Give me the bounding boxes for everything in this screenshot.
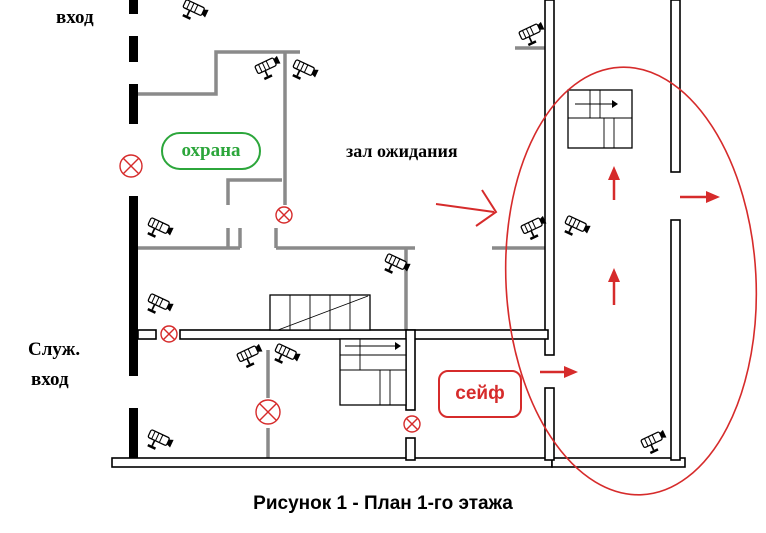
waiting-hall-label: зал ожидания — [346, 141, 458, 161]
direction-arrow-icon — [435, 189, 498, 227]
surveillance-camera-icon — [143, 292, 175, 321]
surveillance-camera-icon — [270, 342, 302, 371]
service-entrance-label-line2: вход — [31, 369, 69, 390]
staircase-icon — [339, 338, 407, 406]
door-sensor-icon — [160, 325, 178, 343]
surveillance-camera-icon — [178, 0, 210, 27]
entrance-label: вход — [56, 7, 94, 28]
staircase-icon — [269, 294, 371, 331]
floor-plan — [111, 0, 758, 496]
staircase-icon — [567, 89, 633, 149]
direction-arrow-icon — [540, 366, 578, 378]
surveillance-camera-icon — [288, 58, 320, 87]
surveillance-camera-icon — [639, 428, 671, 457]
service-entrance-label: Служ. — [28, 339, 81, 360]
surveillance-camera-icon — [560, 214, 592, 243]
security-room-label: охрана — [161, 132, 261, 170]
direction-arrow-icon — [680, 191, 720, 203]
door-sensor-icon — [119, 154, 143, 178]
surveillance-camera-icon — [143, 428, 175, 457]
figure-caption: Рисунок 1 - План 1-го этажа — [253, 493, 513, 514]
door-sensor-icon — [255, 399, 281, 425]
surveillance-camera-icon — [235, 342, 267, 371]
direction-arrow-icon — [608, 166, 620, 200]
surveillance-camera-icon — [143, 216, 175, 245]
door-sensor-icon — [275, 206, 293, 224]
direction-arrow-icon — [608, 268, 620, 305]
door-sensor-icon — [403, 415, 421, 433]
safe-room-label: сейф — [438, 370, 522, 418]
surveillance-camera-icon — [253, 54, 285, 83]
surveillance-camera-icon — [517, 20, 549, 49]
